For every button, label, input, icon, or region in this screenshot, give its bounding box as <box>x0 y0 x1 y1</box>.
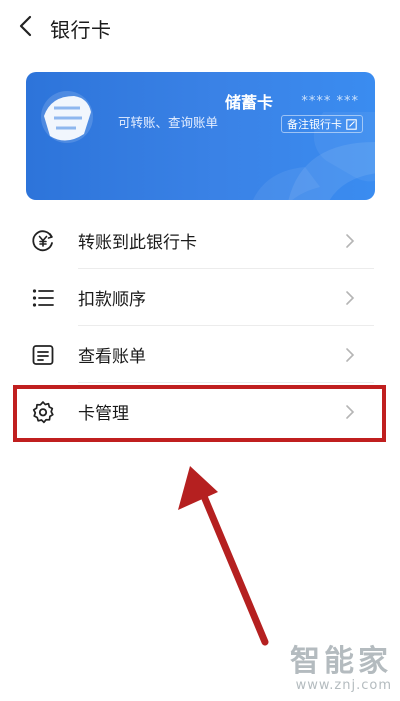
menu-item-label: 转账到此银行卡 <box>78 233 197 253</box>
menu-item-label: 扣款顺序 <box>78 290 146 310</box>
yen-circle-icon <box>32 229 53 251</box>
list-icon <box>32 288 54 307</box>
page: 银行卡 储蓄卡 可转账、查询账单 **** *** 备注银行卡 转账到此银行卡 … <box>0 0 400 701</box>
bank-logo-icon <box>41 91 93 143</box>
menu-item-transfer[interactable]: 转账到此银行卡 <box>0 212 400 269</box>
watermark-logo: 智能家 <box>290 644 392 679</box>
card-type: 储蓄卡 <box>225 93 274 112</box>
note-card-button[interactable]: 备注银行卡 <box>281 115 363 133</box>
chevron-right-icon <box>346 290 355 305</box>
back-button[interactable] <box>12 12 40 40</box>
watermark: 智能家 www.znj.com <box>272 636 392 693</box>
chevron-right-icon <box>346 347 355 362</box>
bill-icon <box>32 344 54 365</box>
edit-icon <box>346 118 357 130</box>
watermark-url: www.znj.com <box>295 678 392 693</box>
bank-card[interactable]: 储蓄卡 可转账、查询账单 **** *** 备注银行卡 <box>26 72 375 200</box>
menu-item-deduction-order[interactable]: 扣款顺序 <box>0 269 400 326</box>
chevron-left-icon <box>19 15 32 37</box>
card-number: **** *** <box>301 94 359 109</box>
card-description: 可转账、查询账单 <box>118 115 219 130</box>
highlight-box <box>13 385 386 442</box>
menu-item-view-bill[interactable]: 查看账单 <box>0 326 400 383</box>
menu-item-label: 查看账单 <box>78 347 146 367</box>
page-title: 银行卡 <box>50 18 112 42</box>
annotation-arrow-icon <box>178 466 269 646</box>
chevron-right-icon <box>346 233 355 248</box>
note-card-label: 备注银行卡 <box>287 118 342 131</box>
header: 银行卡 <box>0 0 400 56</box>
